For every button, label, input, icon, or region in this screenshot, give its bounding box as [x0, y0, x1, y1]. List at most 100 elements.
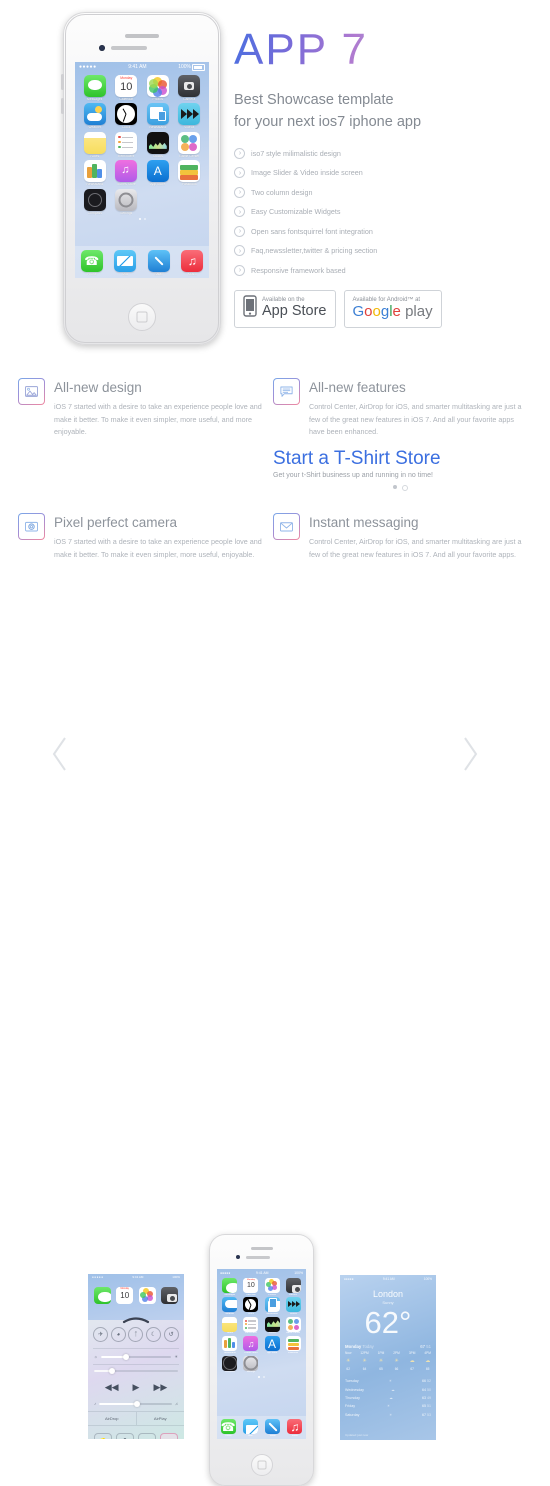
airplay-button[interactable]: AirPlay: [135, 1412, 185, 1425]
app-weather[interactable]: Weather: [80, 103, 110, 129]
dock-mail[interactable]: Mail: [242, 1419, 258, 1437]
dock-mail[interactable]: Mail: [114, 249, 137, 276]
donotdisturb-icon[interactable]: ☾: [146, 1327, 162, 1342]
cloud-icon: ☁: [425, 1358, 431, 1364]
app-newsstand[interactable]: Newsstand: [143, 103, 173, 129]
app-messages[interactable]: Messages: [80, 75, 110, 101]
next-track-button[interactable]: ▶▶: [153, 1382, 167, 1393]
app-store-button[interactable]: Available on the App Store: [234, 289, 336, 328]
home-button[interactable]: [250, 1454, 273, 1476]
app-itunes[interactable]: ♫ iTunes Store: [112, 160, 142, 186]
dock-safari[interactable]: Safari: [265, 1419, 281, 1437]
hour-temp: 65: [379, 1367, 383, 1371]
google-play-small-label: Available for Android™ at: [352, 296, 421, 303]
dock-phone[interactable]: Phone: [220, 1419, 236, 1437]
app-compass[interactable]: Compass: [220, 1355, 240, 1374]
app-videos[interactable]: Videos: [283, 1297, 303, 1315]
page-dot[interactable]: [263, 1375, 265, 1378]
app-notes[interactable]: Notes: [80, 131, 110, 158]
app-stocks[interactable]: Stocks: [143, 131, 173, 158]
grabber-handle-icon[interactable]: [122, 1311, 150, 1324]
app-camera[interactable]: Camera: [283, 1278, 303, 1296]
promo-title[interactable]: Start a T-Shirt Store: [273, 448, 528, 470]
google-play-button[interactable]: Available for Android™ at Google play: [343, 289, 442, 328]
page-root: ●●●●● 9:41 AM 100% Messages Monday 10 Ca…: [0, 0, 550, 1486]
app-compass[interactable]: Compass: [80, 188, 110, 215]
promo-banner[interactable]: Start a T-Shirt Store Get your t-Shirt b…: [273, 448, 528, 491]
rotationlock-icon[interactable]: ↺: [163, 1327, 179, 1342]
dock-music[interactable]: Music: [181, 249, 204, 276]
airplane-icon[interactable]: ✈: [93, 1327, 109, 1342]
app-reminders[interactable]: Reminders: [241, 1316, 261, 1335]
app-messages[interactable]: Messages: [220, 1278, 240, 1296]
status-battery-percent: 100%: [178, 64, 191, 70]
promo-dot-active[interactable]: [393, 484, 397, 489]
app-clock[interactable]: Clock: [241, 1297, 261, 1315]
gamecenter-icon: [285, 1316, 301, 1332]
homescreen-page-dots[interactable]: [75, 218, 209, 221]
app-settings[interactable]: Settings: [112, 188, 142, 215]
app-calendar[interactable]: Monday 10 Calendar: [112, 75, 142, 101]
calculator-icon[interactable]: ▤: [138, 1433, 156, 1439]
brightness-slider[interactable]: ☼ ☀: [88, 1349, 184, 1364]
ios-app-grid: Messages Monday 10 Calendar Photos Camera …: [217, 1276, 306, 1374]
promo-carousel-dots[interactable]: [273, 484, 528, 491]
promo-dot[interactable]: [402, 484, 408, 491]
mail-icon: [242, 1419, 258, 1435]
app-calendar[interactable]: Monday 10 Calendar: [241, 1278, 261, 1296]
app-newsstand[interactable]: Newsstand: [262, 1297, 282, 1315]
app-newsstand-2[interactable]: Newsstand: [220, 1336, 240, 1354]
app-gamecenter[interactable]: Game Center: [175, 131, 205, 158]
home-button[interactable]: [128, 303, 156, 331]
app-weather[interactable]: Weather: [220, 1297, 240, 1315]
app-appstore[interactable]: App Store: [143, 160, 173, 186]
screenshot-weather[interactable]: ●●●●● 9:41 AM 100% London Sunny 62° Mond…: [340, 1275, 436, 1440]
track-progress-slider[interactable]: [88, 1365, 184, 1377]
volume-up-button[interactable]: [61, 74, 64, 90]
timer-icon[interactable]: ⏱: [116, 1433, 134, 1439]
screenshot-control-center[interactable]: ●●●●● 9:41 AM 100% Monday 10 ✈ ◕ ᛏ ☾ ↺ ☼…: [88, 1274, 184, 1439]
phone-screen: ●●●●● 9:41 AM 100% Messages Monday 10 Cale…: [217, 1269, 306, 1439]
app-notes[interactable]: Notes: [220, 1316, 240, 1335]
volume-slider[interactable]: ♪ ♫: [88, 1396, 184, 1411]
camera-icon[interactable]: 📷: [160, 1433, 178, 1439]
app-photos[interactable]: Photos: [143, 75, 173, 101]
previous-track-button[interactable]: ◀◀: [105, 1382, 119, 1393]
app-photos[interactable]: Photos: [262, 1278, 282, 1296]
forecast-day: Thursday: [345, 1395, 360, 1400]
carousel-prev-button[interactable]: [48, 734, 72, 774]
music-icon: [181, 249, 204, 272]
app-newsstand-2[interactable]: Newsstand: [80, 160, 110, 186]
app-camera[interactable]: Camera: [175, 75, 205, 101]
page-dot[interactable]: [143, 218, 146, 221]
page-dot-active[interactable]: [138, 218, 141, 221]
volume-low-icon: ♪: [94, 1401, 96, 1406]
airdrop-button[interactable]: AirDrop: [88, 1412, 136, 1425]
carousel-next-button[interactable]: [458, 734, 482, 774]
app-videos[interactable]: Videos: [175, 103, 205, 129]
flashlight-icon[interactable]: 💡: [94, 1433, 112, 1439]
volume-down-button[interactable]: [61, 98, 64, 114]
page-dot-active[interactable]: [258, 1375, 260, 1378]
dock-safari[interactable]: Safari: [147, 249, 170, 276]
app-gamecenter[interactable]: Game Center: [283, 1316, 303, 1335]
dock-phone[interactable]: Phone: [80, 249, 103, 276]
play-button[interactable]: ▶: [133, 1382, 140, 1393]
app-clock[interactable]: Clock: [112, 103, 142, 129]
app-appstore[interactable]: App Store: [262, 1336, 282, 1354]
notes-icon: [83, 131, 106, 154]
list-item: Two column design: [234, 186, 534, 198]
dock-music[interactable]: Music: [287, 1419, 303, 1437]
app-stocks[interactable]: Stocks: [262, 1316, 282, 1335]
messages-icon: [93, 1287, 111, 1304]
app-settings[interactable]: Settings: [241, 1355, 261, 1374]
wifi-icon[interactable]: ◕: [110, 1327, 126, 1342]
app-passbook[interactable]: Passbook: [283, 1336, 303, 1354]
app-passbook[interactable]: Passbook: [175, 160, 205, 186]
app-itunes[interactable]: ♫ iTunes Store: [241, 1336, 261, 1354]
app-reminders[interactable]: Reminders: [112, 131, 142, 158]
camera-icon: [161, 1287, 179, 1304]
homescreen-page-dots[interactable]: [217, 1375, 306, 1378]
ios-dock: Phone Mail Safari Music: [217, 1416, 306, 1439]
bluetooth-icon[interactable]: ᛏ: [128, 1327, 144, 1342]
